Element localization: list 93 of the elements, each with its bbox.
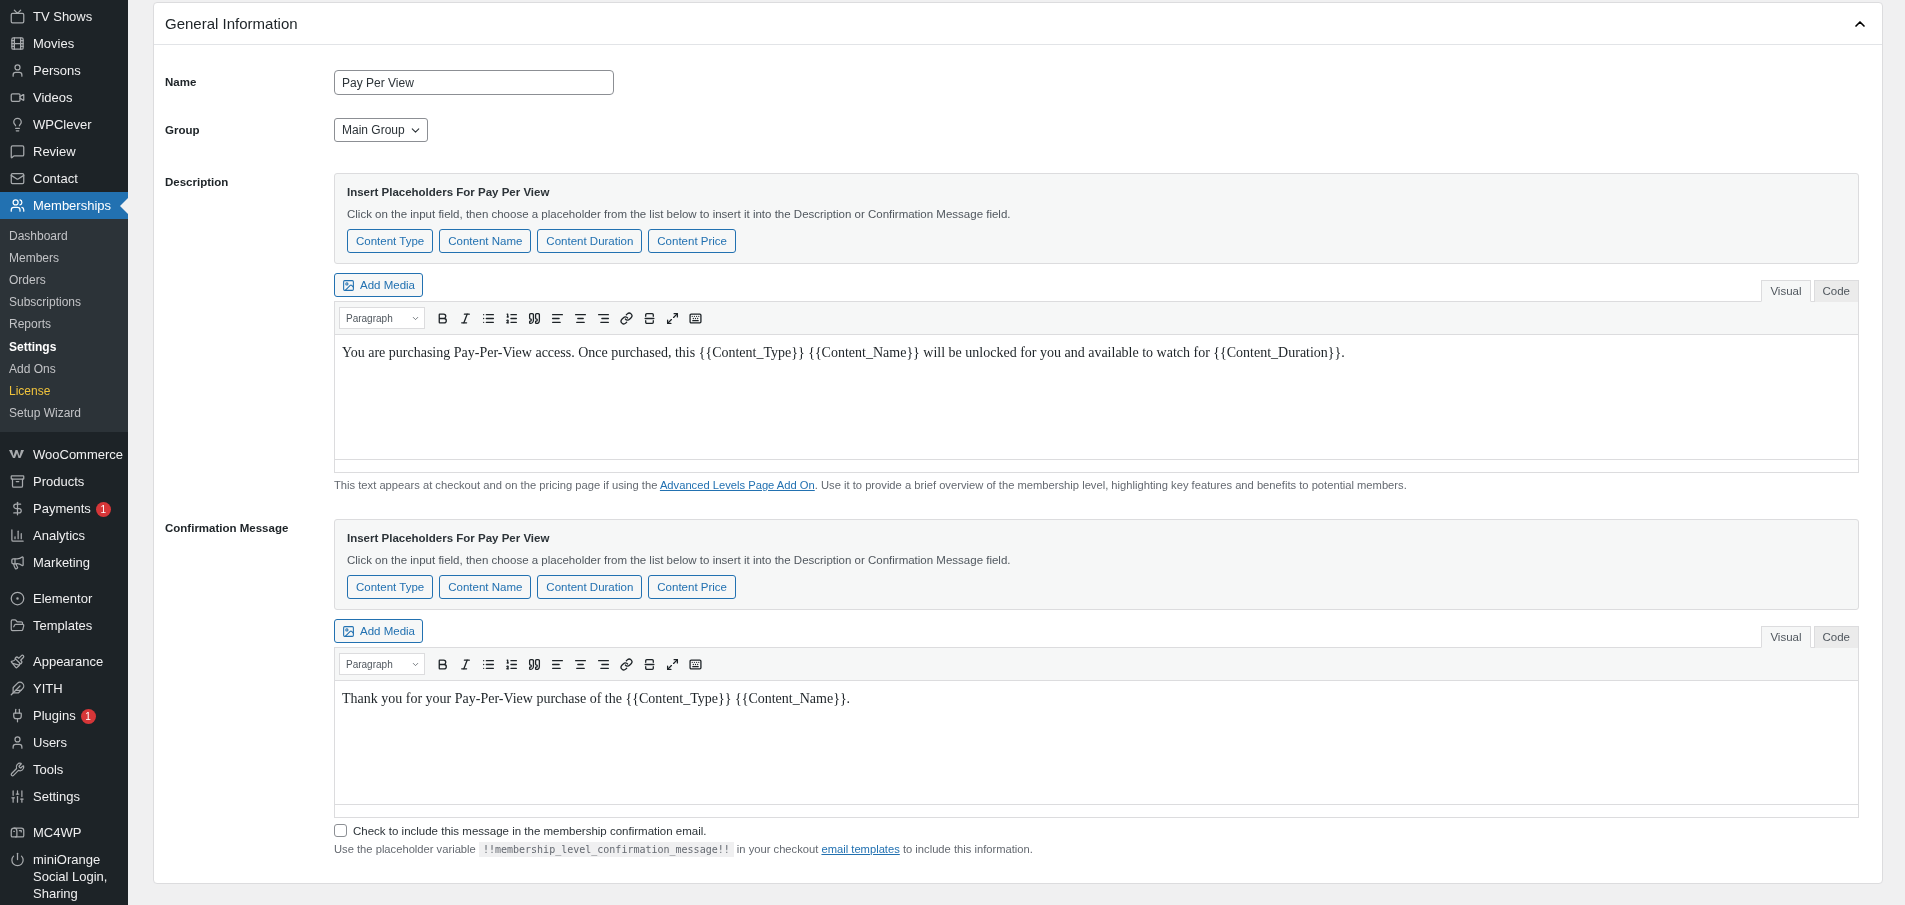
menu-icon bbox=[9, 590, 25, 606]
menu-item[interactable]: Analytics bbox=[0, 521, 128, 549]
menu-icon bbox=[9, 851, 25, 867]
submenu-item[interactable]: Subscriptions bbox=[0, 291, 128, 314]
menu-icon bbox=[9, 198, 25, 213]
menu-icon bbox=[9, 680, 25, 696]
menu-item[interactable]: Memberships bbox=[0, 192, 128, 219]
menu-icon bbox=[9, 527, 25, 543]
add-media-button[interactable]: Add Media bbox=[334, 273, 423, 297]
menu-item[interactable]: Movies bbox=[0, 30, 128, 57]
editor-text: You are purchasing Pay-Per-View access. Once purchased, this {{Content_Type}} {{Content_Name}} will be unlocked for you and available to watch for {{Content_Duration}}. bbox=[342, 345, 1345, 360]
placeholder-hint: Click on the input field, then choose a placeholder from the list below to insert it into the Description or Confirmation Message field. bbox=[347, 208, 1012, 220]
placeholder-hint: Click on the input field, then choose a placeholder from the list below to insert it into the Description or Confirmation Message field. bbox=[347, 554, 1012, 566]
editor-tab[interactable]: Code bbox=[1813, 280, 1859, 302]
woo-icon bbox=[9, 449, 25, 460]
field-label: Description bbox=[165, 175, 230, 190]
editor-tab[interactable]: Code bbox=[1813, 626, 1859, 648]
menu-item[interactable]: Videos bbox=[0, 84, 128, 111]
menu-item[interactable]: Persons bbox=[0, 57, 128, 84]
placeholder-button[interactable]: Content Type bbox=[347, 575, 434, 599]
checkbox-label: Check to include this message in the membership confirmation email. bbox=[353, 824, 707, 837]
placeholder-title: Insert Placeholders For Pay Per View bbox=[347, 532, 551, 544]
help-text: This text appears at checkout and on the pricing page if using the Advanced Levels Page Add On. Use it to provide a brief overview of the membership level, highlighting key features and benefits to potential members. bbox=[334, 479, 1408, 491]
media-icon bbox=[342, 624, 355, 638]
help-text: Use the placeholder variable !!membership_level_confirmation_message!! in your checkout email templates to include this information. bbox=[334, 843, 1034, 855]
submenu-item[interactable]: Dashboard bbox=[0, 225, 128, 248]
menu-icon bbox=[9, 63, 25, 78]
submenu-item[interactable]: Members bbox=[0, 247, 128, 270]
editor-content[interactable]: You are purchasing Pay-Per-View access. Once purchased, this {{Content_Type}} {{Content_Name}} will be unlocked for you and available to watch for {{Content_Duration}}. bbox=[335, 335, 1858, 459]
editor-tab[interactable]: Visual bbox=[1761, 626, 1811, 648]
menu-item[interactable]: Products bbox=[0, 467, 128, 495]
help-link[interactable]: email templates bbox=[821, 843, 900, 855]
menu-icon bbox=[9, 9, 25, 24]
submenu-item[interactable]: Setup Wizard bbox=[0, 402, 128, 425]
menu-item[interactable]: TV Shows bbox=[0, 3, 128, 30]
menu-item[interactable]: Marketing bbox=[0, 548, 128, 576]
menu-icon bbox=[9, 617, 25, 633]
count-badge: 1 bbox=[95, 501, 111, 517]
group-select[interactable]: Main Group bbox=[334, 118, 428, 142]
menu-icon bbox=[9, 36, 25, 51]
menu-icon bbox=[9, 90, 25, 105]
menu-icon bbox=[9, 473, 25, 489]
field-label: Confirmation Message bbox=[165, 521, 290, 536]
menu-item[interactable]: Users bbox=[0, 728, 128, 756]
placeholder-button[interactable]: Content Name bbox=[439, 229, 532, 253]
editor-text: Thank you for your Pay-Per-View purchase of the {{Content_Type}} {{Content_Name}}. bbox=[342, 691, 851, 706]
menu-item[interactable]: Tools bbox=[0, 755, 128, 783]
checkbox[interactable] bbox=[334, 824, 347, 837]
menu-icon bbox=[9, 653, 25, 669]
add-media-button[interactable]: Add Media bbox=[334, 619, 423, 643]
menu-item[interactable]: YITH bbox=[0, 674, 128, 702]
menu-item[interactable]: Payments 1 bbox=[0, 494, 128, 522]
count-badge: 1 bbox=[80, 708, 96, 724]
placeholder-button[interactable]: Content Name bbox=[439, 575, 532, 599]
section-title: General Information bbox=[165, 15, 298, 32]
menu-icon bbox=[9, 554, 25, 570]
placeholder-button[interactable]: Content Price bbox=[648, 575, 736, 599]
name-field[interactable]: Pay Per View bbox=[334, 70, 614, 95]
menu-item[interactable]: Contact bbox=[0, 165, 128, 192]
editor-tab[interactable]: Visual bbox=[1761, 280, 1811, 302]
menu-item[interactable]: WooCommerce bbox=[0, 440, 128, 468]
submenu-item[interactable]: Reports bbox=[0, 313, 128, 336]
placeholder-title: Insert Placeholders For Pay Per View bbox=[347, 186, 551, 198]
menu-icon bbox=[9, 144, 25, 159]
submenu-item[interactable]: Orders bbox=[0, 269, 128, 292]
field-label: Group bbox=[165, 123, 201, 138]
format-dropdown[interactable]: Paragraph bbox=[339, 307, 425, 329]
menu-item[interactable]: Plugins 1 bbox=[0, 701, 128, 729]
submenu-item[interactable]: Settings bbox=[0, 335, 128, 359]
menu-icon bbox=[9, 761, 25, 777]
menu-item[interactable]: miniOrange Social Login, Sharing bbox=[0, 845, 128, 905]
menu-icon bbox=[9, 734, 25, 750]
placeholder-button[interactable]: Content Type bbox=[347, 229, 434, 253]
help-link[interactable]: Advanced Levels Page Add On bbox=[659, 479, 815, 491]
placeholder-button[interactable]: Content Duration bbox=[537, 229, 643, 253]
menu-icon bbox=[9, 171, 25, 186]
menu-item[interactable]: WPClever bbox=[0, 111, 128, 138]
menu-item[interactable]: Elementor bbox=[0, 584, 128, 612]
field-label: Name bbox=[165, 75, 198, 90]
menu-icon bbox=[9, 788, 25, 804]
placeholder-button[interactable]: Content Duration bbox=[537, 575, 643, 599]
menu-item[interactable]: Templates bbox=[0, 611, 128, 639]
media-icon bbox=[342, 278, 355, 292]
menu-item[interactable]: MC4WP bbox=[0, 818, 128, 846]
format-dropdown[interactable]: Paragraph bbox=[339, 653, 425, 675]
submenu-item[interactable]: Add Ons bbox=[0, 358, 128, 381]
placeholder-button[interactable]: Content Price bbox=[648, 229, 736, 253]
menu-item[interactable]: Review bbox=[0, 138, 128, 165]
menu-item[interactable]: Appearance bbox=[0, 647, 128, 675]
menu-icon bbox=[9, 824, 25, 840]
submenu-item[interactable]: License bbox=[0, 380, 128, 403]
editor-content[interactable]: Thank you for your Pay-Per-View purchase of the {{Content_Type}} {{Content_Name}}. bbox=[335, 681, 1858, 804]
menu-item[interactable]: Settings bbox=[0, 782, 128, 810]
